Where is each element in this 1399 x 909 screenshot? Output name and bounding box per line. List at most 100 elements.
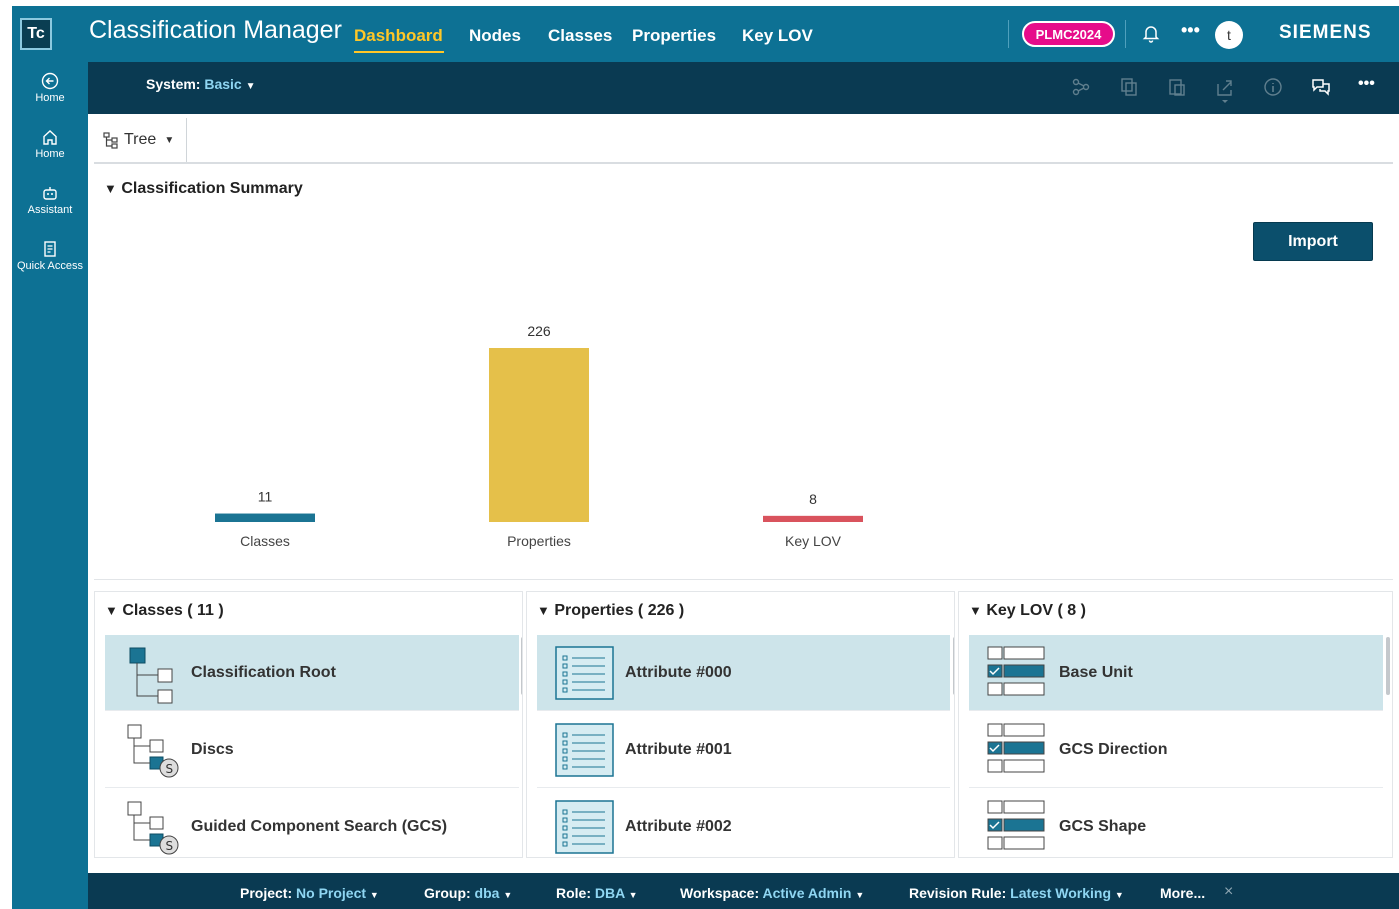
attribute-icon — [555, 722, 614, 777]
bar-value-label: 226 — [527, 323, 551, 339]
project-badge[interactable]: PLMC2024 — [1022, 21, 1115, 47]
properties-panel-header[interactable]: ▼ Properties ( 226 ) — [537, 602, 684, 620]
category-label: Key LOV — [785, 533, 842, 549]
list-item[interactable]: GCS Shape — [969, 789, 1383, 857]
system-toolbar: System: Basic ▼ ••• — [88, 62, 1399, 114]
rail-item-label: Quick Access — [16, 260, 84, 272]
rail-item-label: Home — [35, 148, 65, 160]
category-label: Classes — [240, 533, 290, 549]
overflow-menu-icon[interactable]: ••• — [1358, 75, 1375, 93]
rail-item-quick-access[interactable]: Quick Access — [12, 240, 88, 272]
list-item[interactable]: GCS Direction — [969, 712, 1383, 788]
rail-item-assistant[interactable]: Assistant — [12, 184, 88, 216]
info-icon[interactable] — [1262, 76, 1284, 98]
key-lov-icon — [987, 800, 1045, 849]
tab-key-lov[interactable]: Key LOV — [742, 26, 813, 46]
bar-key-lov[interactable] — [763, 515, 863, 522]
tree-label: Tree — [124, 131, 157, 148]
more-menu-icon[interactable]: ••• — [1181, 20, 1200, 41]
collapse-triangle-icon: ▼ — [969, 603, 982, 618]
bar-value-label: 8 — [809, 491, 817, 507]
chevron-down-icon: ▼ — [503, 890, 513, 900]
revision-label: Revision Rule: — [909, 885, 1007, 901]
list-item-label: Guided Component Search (GCS) — [191, 817, 448, 835]
chevron-down-icon: ▼ — [369, 890, 379, 900]
role-value: DBA — [594, 885, 625, 901]
classes-panel-title: Classes ( 11 ) — [122, 602, 224, 619]
rail-item-home[interactable]: Home — [12, 128, 88, 160]
properties-panel-title: Properties ( 226 ) — [554, 602, 685, 619]
properties-panel: ▼ Properties ( 226 ) Attribute #000 Attr… — [526, 591, 955, 858]
system-value: Basic — [204, 76, 242, 92]
app-logo[interactable]: Tc — [20, 18, 52, 50]
brand-logo: SIEMENS — [1279, 22, 1372, 43]
bell-icon[interactable] — [1141, 23, 1161, 43]
rail-item-home-back[interactable]: Home — [12, 72, 88, 104]
paste-icon[interactable] — [1166, 76, 1188, 98]
group-selector[interactable]: Group: dba ▼ — [424, 885, 512, 901]
storage-class-icon: S — [127, 724, 179, 777]
divider — [1008, 20, 1009, 48]
workspace-label: Workspace: — [680, 885, 760, 901]
chevron-down-icon: ▼ — [855, 890, 865, 900]
project-value: No Project — [296, 885, 367, 901]
collapse-triangle-icon: ▼ — [537, 603, 550, 618]
share-icon[interactable] — [1214, 76, 1236, 104]
close-icon[interactable]: × — [1224, 883, 1233, 901]
tree-view-toggle[interactable]: Tree ▼ — [94, 118, 187, 162]
copy-icon[interactable] — [1118, 76, 1140, 98]
chat-icon[interactable] — [1310, 76, 1332, 98]
category-label: Properties — [507, 533, 571, 549]
list-item[interactable]: Classification Root — [105, 635, 519, 711]
classes-panel-header[interactable]: ▼ Classes ( 11 ) — [105, 602, 224, 620]
group-label: Group: — [424, 885, 471, 901]
avatar[interactable]: t — [1215, 21, 1243, 49]
list-item[interactable]: Base Unit — [969, 635, 1383, 711]
list-item[interactable]: Attribute #000 — [537, 635, 950, 711]
assistant-icon — [43, 187, 57, 200]
list-item-label: GCS Direction — [1059, 740, 1168, 758]
list-item[interactable]: Attribute #002 — [537, 789, 950, 857]
key-lov-panel-header[interactable]: ▼ Key LOV ( 8 ) — [969, 602, 1086, 620]
key-lov-icon — [987, 723, 1045, 772]
home-icon — [43, 130, 57, 145]
revision-value: Latest Working — [1010, 885, 1112, 901]
tab-classes[interactable]: Classes — [548, 26, 612, 46]
list-item[interactable]: S Guided Component Search (GCS) — [105, 789, 519, 857]
key-lov-icon — [987, 646, 1045, 695]
collapse-triangle-icon: ▼ — [105, 603, 118, 618]
storage-class-icon: S — [127, 801, 179, 854]
project-selector[interactable]: Project: No Project ▼ — [240, 885, 379, 901]
system-label: System: — [146, 76, 201, 92]
view-toolbar: Tree ▼ — [94, 118, 1393, 164]
revision-rule-selector[interactable]: Revision Rule: Latest Working ▼ — [909, 885, 1124, 901]
classes-panel: ▼ Classes ( 11 ) Classification Root S D… — [94, 591, 523, 858]
role-selector[interactable]: Role: DBA ▼ — [556, 885, 638, 901]
left-rail: Tc Home Home Assistant Quick Access — [12, 6, 88, 909]
back-arrow-icon — [41, 72, 59, 90]
scrollbar[interactable] — [521, 637, 522, 695]
role-label: Role: — [556, 885, 591, 901]
bar-classes[interactable] — [215, 513, 315, 522]
bar-value-label: 11 — [258, 489, 273, 505]
list-item-label: Classification Root — [191, 663, 336, 681]
bar-properties[interactable] — [489, 348, 589, 522]
workspace-selector[interactable]: Workspace: Active Admin ▼ — [680, 885, 864, 901]
list-item-label: Attribute #001 — [625, 740, 732, 758]
attribute-icon — [555, 799, 614, 854]
tab-dashboard[interactable]: Dashboard — [354, 26, 443, 46]
list-item-label: GCS Shape — [1059, 817, 1147, 835]
list-item[interactable]: Attribute #001 — [537, 712, 950, 788]
workspace-value: Active Admin — [762, 885, 852, 901]
more-context-link[interactable]: More... — [1160, 885, 1205, 901]
quick-access-icon — [44, 241, 56, 257]
list-item-label: Attribute #000 — [625, 663, 732, 681]
tab-nodes[interactable]: Nodes — [469, 26, 521, 46]
system-selector[interactable]: System: Basic ▼ — [146, 76, 256, 92]
structure-icon[interactable] — [1070, 76, 1092, 98]
list-item[interactable]: S Discs — [105, 712, 519, 788]
chevron-down-icon: ▼ — [628, 890, 638, 900]
tab-properties[interactable]: Properties — [632, 26, 716, 46]
scrollbar[interactable] — [953, 637, 954, 695]
scrollbar[interactable] — [1386, 637, 1390, 695]
